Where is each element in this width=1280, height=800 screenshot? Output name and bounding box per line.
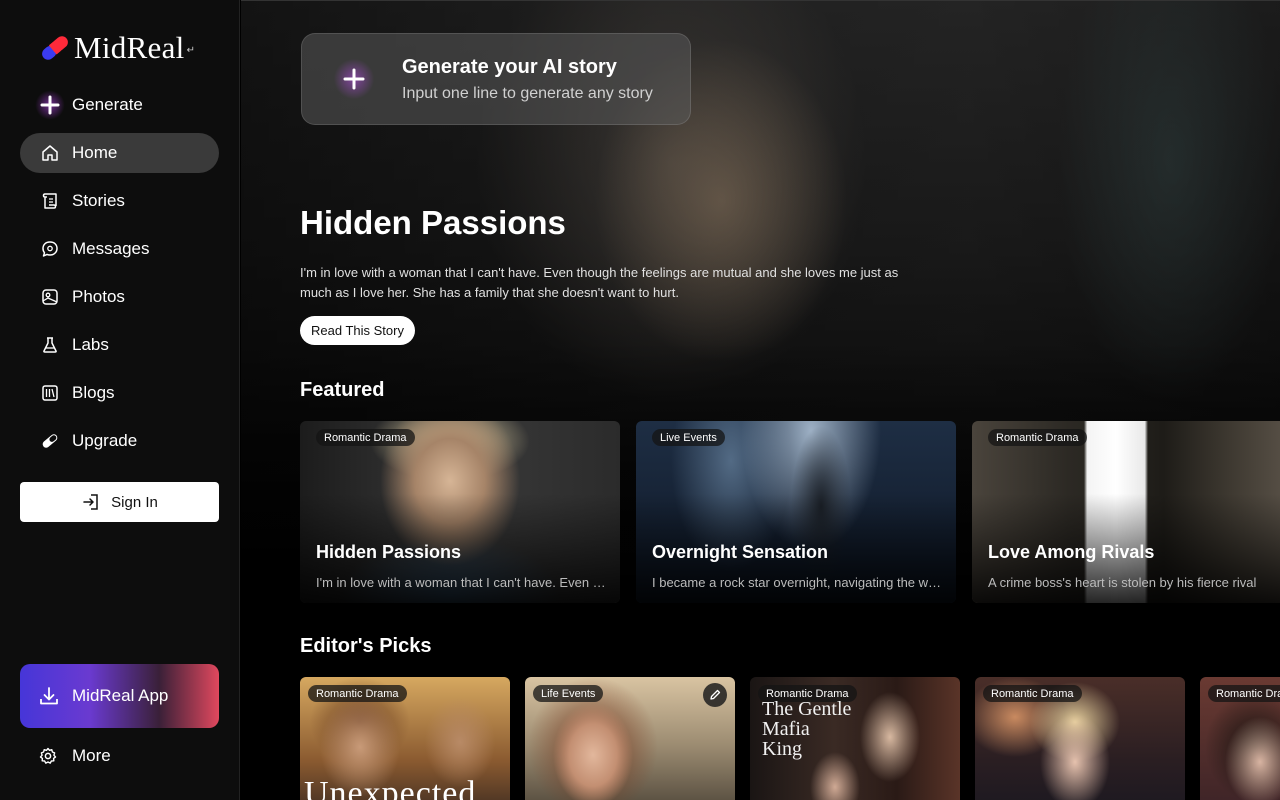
generate-card-subtitle: Input one line to generate any story	[402, 84, 653, 102]
genre-tag: Romantic Drama	[308, 685, 407, 702]
gear-icon	[39, 747, 57, 764]
books-icon	[40, 383, 60, 403]
pill-icon	[40, 431, 60, 451]
cover-title-text: Unexpected	[304, 775, 477, 800]
featured-carousel: Romantic Drama Hidden Passions I'm in lo…	[300, 421, 1280, 603]
read-story-button[interactable]: Read This Story	[300, 316, 415, 345]
sidebar-item-label: Generate	[72, 95, 143, 114]
plus-sparkle-icon	[332, 57, 376, 101]
sidebar: MidReal ↵ Generate Home Stories Messages…	[0, 0, 240, 800]
cover-title-text: The Gentle Mafia King	[762, 698, 852, 760]
plus-sparkle-icon	[34, 89, 66, 121]
sidebar-item-label: Stories	[72, 191, 125, 210]
pick-card[interactable]: Romantic Drama The Gentle Mafia King	[750, 677, 960, 800]
genre-tag: Romantic Drama	[316, 429, 415, 446]
midreal-app-label: MidReal App	[72, 686, 169, 705]
sidebar-item-label: Labs	[72, 335, 109, 354]
sidebar-item-labs[interactable]: Labs	[20, 325, 219, 365]
sidebar-item-label: Messages	[72, 239, 150, 258]
generate-card-title: Generate your AI story	[402, 55, 617, 78]
home-icon	[40, 143, 60, 163]
sidebar-item-label: Blogs	[72, 383, 115, 402]
featured-card[interactable]: Romantic Drama Love Among Rivals A crime…	[972, 421, 1280, 603]
pick-card[interactable]: Romantic Drama	[975, 677, 1185, 800]
featured-card[interactable]: Romantic Drama Hidden Passions I'm in lo…	[300, 421, 620, 603]
chat-icon	[40, 239, 60, 259]
download-icon	[40, 687, 58, 705]
sign-in-label: Sign In	[111, 493, 158, 511]
sidebar-item-generate[interactable]: Generate	[20, 85, 219, 125]
pencil-icon[interactable]	[703, 683, 727, 707]
sidebar-item-label: Home	[72, 143, 118, 162]
brand-sup: ↵	[186, 45, 195, 56]
genre-tag: Life Events	[533, 685, 604, 702]
main-content: Generate your AI story Input one line to…	[241, 0, 1280, 800]
featured-card[interactable]: Live Events Overnight Sensation I became…	[636, 421, 956, 603]
pick-card[interactable]: Life Events	[525, 677, 735, 800]
logo-pill-icon	[38, 31, 72, 65]
sidebar-item-upgrade[interactable]: Upgrade	[20, 421, 219, 461]
sidebar-item-stories[interactable]: Stories	[20, 181, 219, 221]
pick-card[interactable]: Romantic Dra	[1200, 677, 1280, 800]
hero-description: I'm in love with a woman that I can't ha…	[300, 265, 899, 300]
genre-tag: Romantic Dra	[1208, 685, 1280, 702]
sidebar-item-label: Upgrade	[72, 431, 138, 450]
sidebar-item-label: Photos	[72, 287, 125, 306]
editors-picks-heading: Editor's Picks	[300, 635, 432, 657]
more-label: More	[72, 746, 111, 765]
editors-picks-carousel: Romantic Drama Unexpected Life Events Ro…	[300, 677, 1280, 800]
featured-card-desc: A crime boss's heart is stolen by his fi…	[988, 575, 1257, 590]
sign-in-icon	[83, 494, 98, 510]
genre-tag: Live Events	[652, 429, 725, 446]
featured-card-title: Overnight Sensation	[652, 542, 829, 562]
more-button[interactable]: More	[38, 740, 111, 772]
midreal-app-button[interactable]: MidReal App	[20, 664, 219, 728]
featured-card-title: Hidden Passions	[316, 542, 462, 562]
hero-title: Hidden Passions	[300, 204, 566, 241]
sidebar-item-blogs[interactable]: Blogs	[20, 373, 219, 413]
brand-logo[interactable]: MidReal ↵	[38, 28, 195, 68]
sidebar-item-messages[interactable]: Messages	[20, 229, 219, 269]
featured-card-desc: I'm in love with a woman that I can't ha…	[316, 575, 606, 590]
pick-card[interactable]: Romantic Drama Unexpected	[300, 677, 510, 800]
generate-story-card[interactable]: Generate your AI story Input one line to…	[301, 33, 691, 125]
scroll-icon	[40, 191, 60, 211]
featured-card-title: Love Among Rivals	[988, 542, 1155, 562]
flask-icon	[40, 335, 60, 355]
photo-icon	[40, 287, 60, 307]
sidebar-item-photos[interactable]: Photos	[20, 277, 219, 317]
featured-card-desc: I became a rock star overnight, navigati…	[652, 575, 942, 590]
genre-tag: Romantic Drama	[983, 685, 1082, 702]
sidebar-item-home[interactable]: Home	[20, 133, 219, 173]
sign-in-button[interactable]: Sign In	[20, 482, 219, 522]
genre-tag: Romantic Drama	[988, 429, 1087, 446]
sidebar-nav: Generate Home Stories Messages Photos La…	[20, 85, 219, 469]
featured-heading: Featured	[300, 379, 385, 401]
brand-name: MidReal	[74, 30, 185, 65]
